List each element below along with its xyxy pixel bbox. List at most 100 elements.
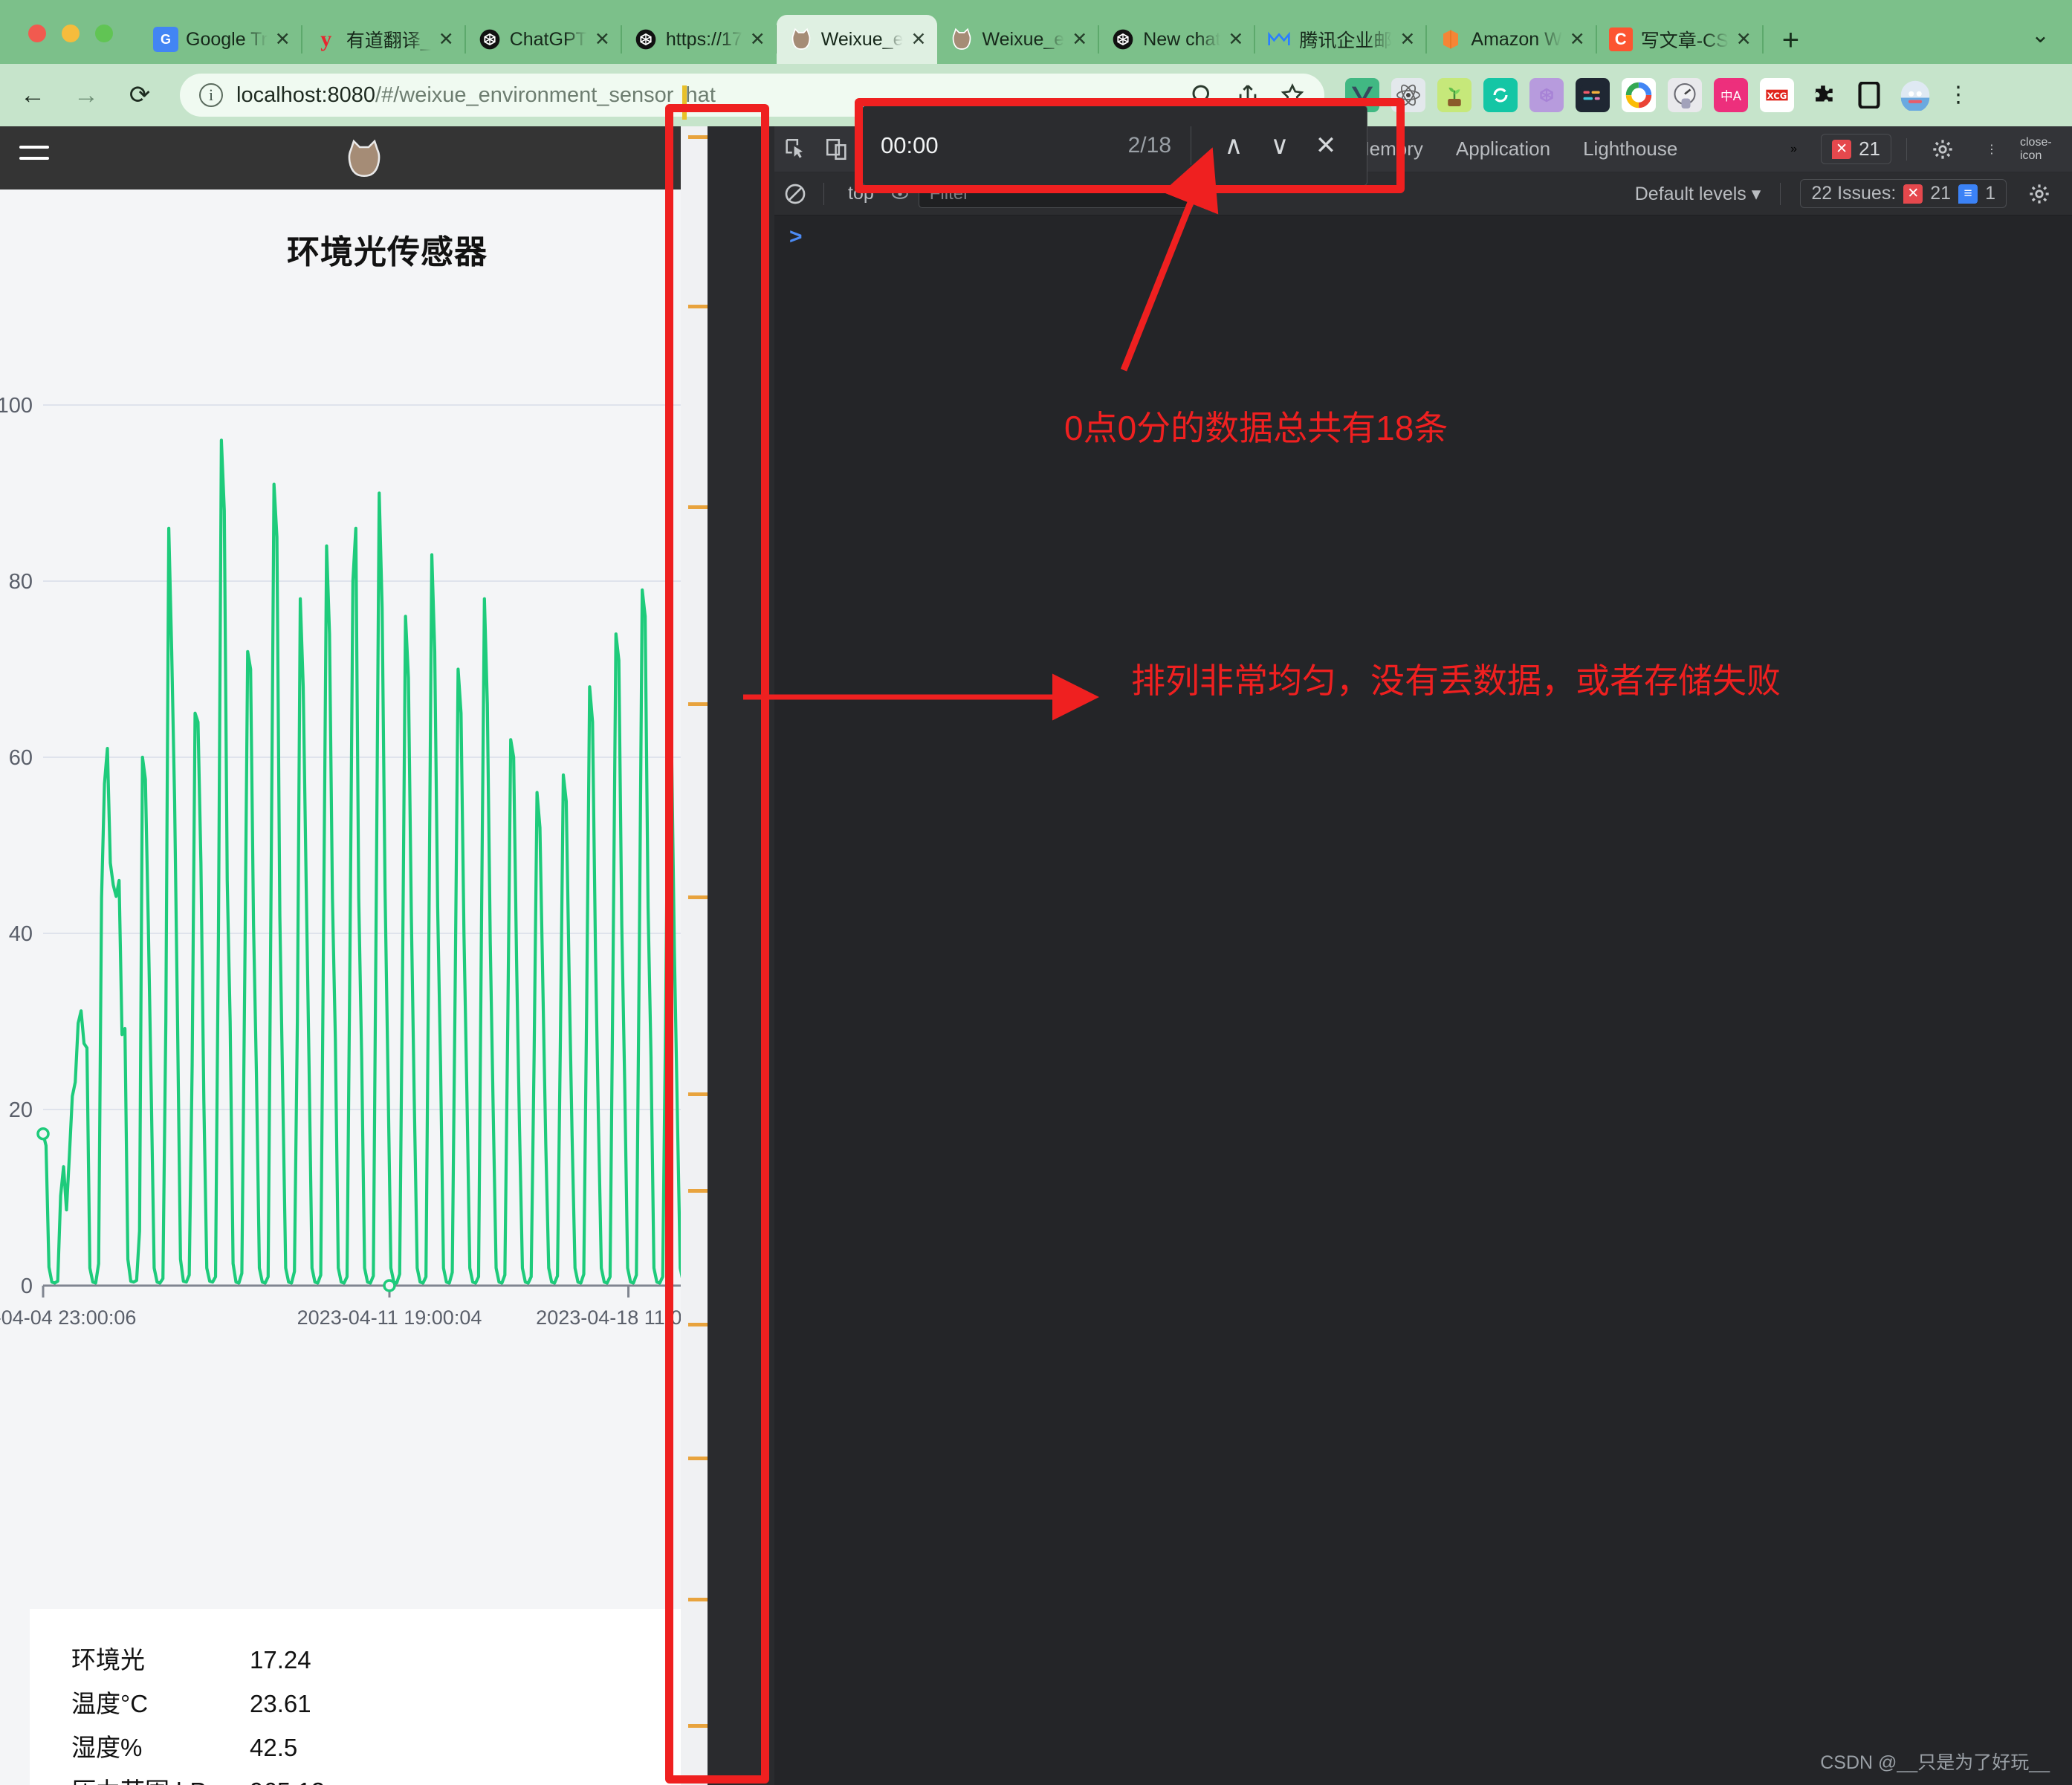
devtools-close-icon[interactable]: close-icon	[2020, 126, 2062, 172]
seedling-icon[interactable]	[1437, 78, 1472, 112]
profile-avatar[interactable]	[1898, 78, 1932, 112]
toggle-device-toolbar-icon[interactable]	[816, 126, 858, 172]
sync-icon[interactable]	[1483, 78, 1518, 112]
devtools-tab-lighthouse[interactable]: Lighthouse	[1567, 126, 1694, 172]
puzzle-icon[interactable]	[1806, 78, 1840, 112]
gear-icon[interactable]	[1922, 126, 1963, 172]
devtools-more-icon[interactable]: ⋮	[1971, 126, 2013, 172]
search-match-tick[interactable]	[688, 1457, 708, 1460]
reload-button[interactable]: ⟳	[119, 74, 161, 116]
browser-tab[interactable]: New chat ✕	[1098, 15, 1256, 64]
react-devtools-icon[interactable]	[1391, 78, 1425, 112]
devtools-tab-overflow[interactable]: »	[1774, 126, 1813, 172]
site-info-icon[interactable]: i	[199, 83, 223, 107]
toolbar-divider	[823, 182, 824, 205]
search-prev-button[interactable]: ∧	[1211, 123, 1257, 169]
sensor-label: 压力范围 hPa	[71, 1779, 250, 1785]
browser-tab[interactable]: C 写文章-CS ✕	[1596, 15, 1764, 64]
tab-close-icon[interactable]: ✕	[910, 30, 927, 49]
new-tab-button[interactable]: +	[1773, 25, 1808, 64]
tab-close-icon[interactable]: ✕	[275, 30, 291, 49]
tab-close-icon[interactable]: ✕	[438, 30, 455, 49]
default-levels-dropdown[interactable]: Default levels ▾	[1635, 183, 1761, 205]
browser-tab[interactable]: Weixue_e ✕	[937, 15, 1100, 64]
console-output-area[interactable]: >	[774, 216, 2072, 1785]
sensor-label: 温度°C	[71, 1690, 149, 1717]
browser-tab[interactable]: ChatGPT ✕	[465, 15, 622, 64]
browser-tab-title: Weixue_e	[820, 28, 904, 50]
bookmark-star-icon[interactable]	[1280, 82, 1305, 108]
back-button[interactable]: ←	[12, 74, 54, 116]
search-match-tick[interactable]	[688, 1189, 708, 1193]
search-close-button[interactable]: ✕	[1303, 123, 1349, 169]
browser-tab[interactable]: Weixue_e ✕	[776, 15, 938, 64]
tab-search-chevron-icon[interactable]: ⌄	[2031, 22, 2050, 48]
chart-mid-point-marker	[383, 1279, 396, 1292]
svg-text:XCG: XCG	[1767, 91, 1787, 101]
google-icon[interactable]	[1622, 78, 1656, 112]
chart-x-tick-label: 2023-04-11 19:00:04	[297, 1306, 482, 1329]
devtools-tab-application[interactable]: Application	[1440, 126, 1567, 172]
browser-tab-title: https://17	[665, 28, 742, 50]
console-prompt-caret: >	[789, 224, 803, 249]
notes-icon[interactable]	[1576, 78, 1610, 112]
search-match-tick[interactable]	[688, 1724, 708, 1728]
tab-close-icon[interactable]: ✕	[595, 30, 611, 49]
speedtest-icon[interactable]	[1668, 78, 1702, 112]
console-settings-gear-icon[interactable]	[2018, 171, 2060, 217]
tab-close-icon[interactable]: ✕	[750, 30, 766, 49]
openai-icon[interactable]	[1529, 78, 1564, 112]
browser-tab[interactable]: Amazon W ✕	[1426, 15, 1597, 64]
tab-close-icon[interactable]: ✕	[1570, 30, 1586, 49]
translate-icon[interactable]: 中A	[1714, 78, 1748, 112]
devtools-search-bar[interactable]: 00:00 2/18 ∧ ∨ ✕	[862, 106, 1367, 186]
xcg-icon[interactable]: XCG	[1760, 78, 1794, 112]
search-match-tick[interactable]	[688, 1598, 708, 1601]
browser-tab[interactable]: https://17 ✕	[621, 15, 777, 64]
search-match-tick[interactable]	[688, 1092, 708, 1096]
sidepanel-icon[interactable]	[1852, 78, 1886, 112]
page-title: 环境光传感器	[287, 234, 488, 270]
search-match-tick[interactable]	[688, 1323, 708, 1326]
extensions-strip: 中A XCG	[1345, 78, 1932, 112]
openai-icon	[633, 27, 658, 52]
tab-strip: G Google Tr ✕ y 有道翻译_ ✕ ChatGPT ✕ https://17 ✕ Wei…	[141, 4, 1808, 64]
error-icon: ✕	[1903, 184, 1923, 204]
inspect-element-icon[interactable]	[774, 126, 816, 172]
tab-close-icon[interactable]: ✕	[1072, 30, 1088, 49]
eye-icon[interactable]	[890, 184, 910, 204]
chart-y-tick-label: 60	[9, 746, 33, 770]
maximize-window-button[interactable]	[95, 25, 113, 42]
scrollbar-with-search-ticks[interactable]	[681, 85, 708, 1785]
search-input[interactable]: 00:00	[881, 132, 939, 159]
forward-button[interactable]: →	[65, 74, 107, 116]
tab-close-icon[interactable]: ✕	[1736, 30, 1752, 49]
sensor-label: 湿度%	[71, 1734, 143, 1761]
close-window-button[interactable]	[28, 25, 46, 42]
search-match-tick[interactable]	[688, 702, 708, 706]
cat-icon	[949, 27, 974, 52]
minimize-window-button[interactable]	[62, 25, 80, 42]
scrollbar-thumb[interactable]	[682, 85, 687, 120]
amazon-aws-icon	[1438, 27, 1463, 52]
google-translate-icon: G	[153, 27, 178, 52]
error-count-badge[interactable]: ✕ 21	[1821, 134, 1891, 164]
svg-text:中A: 中A	[1720, 89, 1742, 103]
browser-tab[interactable]: 腾讯企业邮 ✕	[1254, 15, 1428, 64]
menu-icon[interactable]	[19, 146, 49, 169]
zoom-icon[interactable]	[1189, 82, 1216, 108]
search-match-tick[interactable]	[688, 135, 708, 139]
tab-close-icon[interactable]: ✕	[1399, 30, 1416, 49]
search-match-tick[interactable]	[688, 895, 708, 899]
search-match-tick[interactable]	[688, 505, 708, 509]
clear-console-icon[interactable]	[774, 171, 816, 217]
search-next-button[interactable]: ∨	[1257, 123, 1303, 169]
tab-close-icon[interactable]: ✕	[1228, 30, 1244, 49]
chart-card: 环境光传感器 0 20 40 60 80 100 2023-04-04 23:00:06 20…	[0, 189, 774, 1423]
share-icon[interactable]	[1235, 82, 1260, 108]
search-match-tick[interactable]	[688, 305, 708, 308]
issues-badge[interactable]: 22 Issues: ✕ 21 ≡ 1	[1800, 179, 2007, 208]
browser-tab[interactable]: G Google Tr ✕	[141, 15, 302, 64]
browser-menu-icon[interactable]: ⋮	[1947, 84, 1969, 106]
browser-tab[interactable]: y 有道翻译_ ✕	[302, 15, 466, 64]
